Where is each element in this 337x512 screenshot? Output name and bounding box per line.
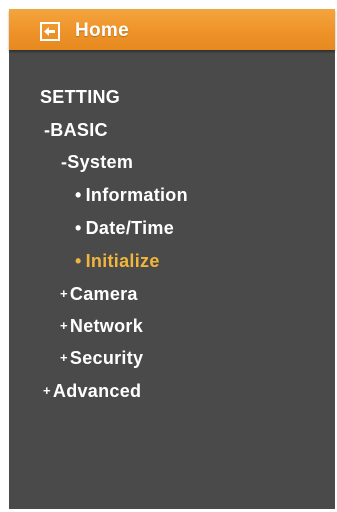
tree-item-label: Information — [85, 185, 188, 205]
expand-marker: + — [43, 383, 51, 398]
tree-item-label: Network — [69, 316, 144, 336]
bullet-marker: • — [75, 251, 82, 271]
expand-marker: + — [60, 350, 68, 365]
home-label: Home — [75, 20, 129, 41]
tree-item-camera[interactable]: + Camera — [60, 283, 138, 305]
tree-item-network[interactable]: + Network — [60, 315, 143, 337]
tree-item-security[interactable]: + Security — [60, 347, 143, 369]
tree-item-system[interactable]: -System — [61, 151, 133, 173]
tree-item-label: Security — [69, 348, 144, 368]
tree-item-date-time[interactable]: • Date/Time — [75, 217, 174, 239]
bullet-marker: • — [75, 218, 82, 238]
home-button[interactable]: Home — [9, 9, 335, 50]
expand-marker: + — [60, 318, 68, 333]
tree-item-label: BASIC — [50, 120, 108, 140]
tree-item-advanced[interactable]: + Advanced — [43, 380, 141, 402]
tree-item-label: System — [67, 152, 134, 172]
bullet-marker: • — [75, 185, 82, 205]
tree-item-label: Camera — [69, 284, 138, 304]
tree-item-label: Initialize — [85, 251, 160, 271]
tree-item-label: Date/Time — [85, 218, 175, 238]
section-title-setting: SETTING — [40, 87, 121, 107]
settings-menu-panel: Home SETTING -BASIC -System • Information… — [9, 9, 335, 509]
expand-marker: + — [60, 286, 68, 301]
tree-item-initialize[interactable]: • Initialize — [75, 250, 160, 272]
tree-item-basic[interactable]: -BASIC — [44, 119, 108, 141]
tree-item-information[interactable]: • Information — [75, 184, 188, 206]
back-arrow-icon — [40, 22, 60, 41]
tree-item-label: Advanced — [52, 381, 142, 401]
